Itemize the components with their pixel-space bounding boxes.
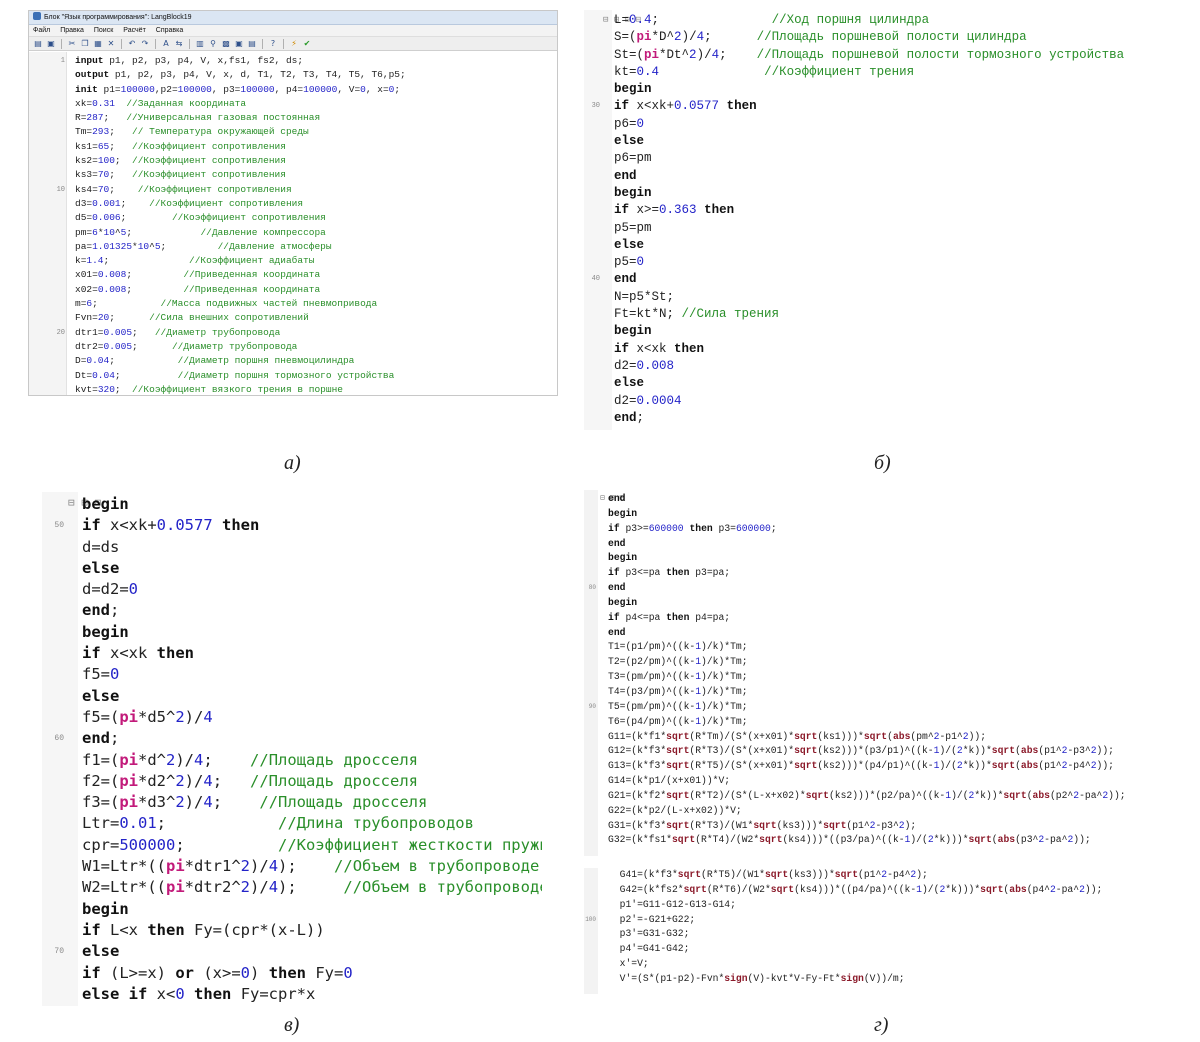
calc-icon[interactable]: ▥ xyxy=(195,39,205,49)
code-area[interactable]: begin if x<xk+0.0577 then d=ds else d=d2… xyxy=(82,494,542,1005)
help-icon[interactable]: ? xyxy=(268,39,278,49)
code-area-upper[interactable]: end begin if p3>=600000 then p3=600000; … xyxy=(608,492,1126,848)
check-icon[interactable]: ✔ xyxy=(302,39,312,49)
toolbar-separator xyxy=(155,38,156,49)
code-area-lower[interactable]: G41=(k*f3*sqrt(R*T5)/(W1*sqrt(ks3)))*sqr… xyxy=(608,868,1103,987)
delete-icon[interactable]: ✕ xyxy=(106,39,116,49)
window-title: Блок "Язык программирования": LangBlock1… xyxy=(44,14,192,21)
find-icon[interactable]: A xyxy=(161,39,171,49)
menu-help[interactable]: Справка xyxy=(156,25,183,36)
caption-b: б) xyxy=(874,452,891,474)
toolbar-separator xyxy=(61,38,62,49)
save-icon[interactable]: ▣ xyxy=(46,39,56,49)
table-icon[interactable]: ▤ xyxy=(247,39,257,49)
editor-window-a: Блок "Язык программирования": LangBlock1… xyxy=(28,10,558,396)
caption-d: г) xyxy=(874,1014,889,1036)
menu-file[interactable]: Файл xyxy=(33,25,50,36)
line-numbers-lower: 100 xyxy=(585,915,596,923)
window-icon[interactable]: ▣ xyxy=(234,39,244,49)
line-numbers: 1 10 20 xyxy=(56,57,65,337)
line-numbers: 50 60 70 xyxy=(54,521,64,957)
open-icon[interactable]: ▤ xyxy=(33,39,43,49)
paste-icon[interactable]: ▦ xyxy=(93,39,103,49)
toolbar-separator xyxy=(262,38,263,49)
code-panel-c: 50 60 70 ⊟ ⊟ ⊟ begin if x<xk+0.0577 then… xyxy=(42,492,542,1006)
menu-search[interactable]: Поиск xyxy=(94,25,113,36)
toolbar: ▤ ▣ ✂ ❐ ▦ ✕ ↶ ↷ A ⇆ ▥ ⚲ ▩ ▣ ▤ ? ⚡ ✔ xyxy=(29,37,557,51)
search-icon[interactable]: ⚲ xyxy=(208,39,218,49)
undo-icon[interactable]: ↶ xyxy=(127,39,137,49)
line-numbers: 80 90 xyxy=(588,584,596,710)
run-icon[interactable]: ⚡ xyxy=(289,39,299,49)
window-titlebar: Блок "Язык программирования": LangBlock1… xyxy=(29,11,557,25)
toolbar-separator xyxy=(121,38,122,49)
code-area[interactable]: L=0.4; //Ход поршня цилиндра S=(pi*D^2)/… xyxy=(614,12,1124,427)
code-area[interactable]: input p1, p2, p3, p4, V, x,fs1, fs2, ds;… xyxy=(75,54,406,395)
line-numbers: 30 40 xyxy=(591,102,600,284)
toolbar-separator xyxy=(283,38,284,49)
redo-icon[interactable]: ↷ xyxy=(140,39,150,49)
menu-calc[interactable]: Расчёт xyxy=(123,25,146,36)
panel-divider xyxy=(584,856,1180,868)
menu-edit[interactable]: Правка xyxy=(60,25,84,36)
replace-icon[interactable]: ⇆ xyxy=(174,39,184,49)
app-icon xyxy=(33,12,41,20)
grid-icon[interactable]: ▩ xyxy=(221,39,231,49)
code-panel-d: 80 90 ⊟ ⊟ ⊟ end begin if p3>=600000 then… xyxy=(584,490,1180,994)
caption-a: а) xyxy=(284,452,301,474)
menu-bar: Файл Правка Поиск Расчёт Справка xyxy=(29,25,557,37)
copy-icon[interactable]: ❐ xyxy=(80,39,90,49)
cut-icon[interactable]: ✂ xyxy=(67,39,77,49)
caption-c: в) xyxy=(284,1014,300,1036)
toolbar-separator xyxy=(189,38,190,49)
code-panel-b: 30 40 ⊟ ⊟ ⊟ ⊟ L=0.4; //Ход поршня цилинд… xyxy=(584,10,1180,430)
